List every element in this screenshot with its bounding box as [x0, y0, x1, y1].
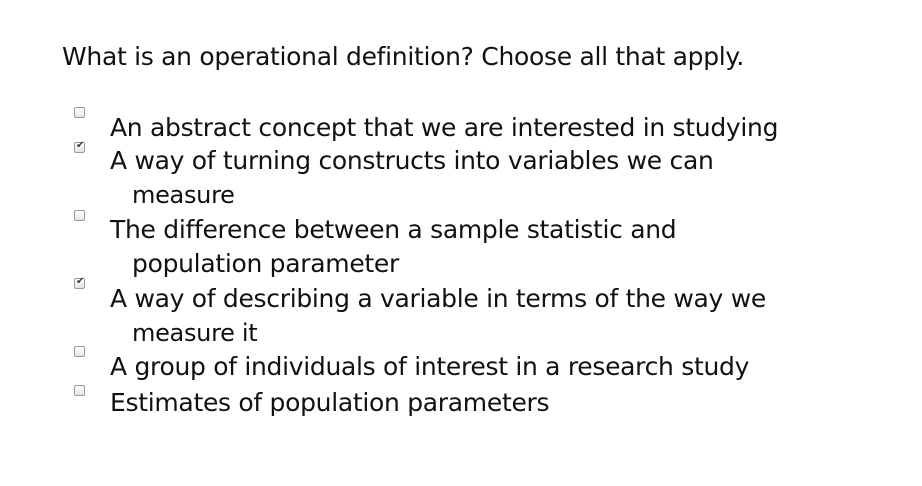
option-3-label-continued: population parameter [132, 249, 399, 278]
option-5-label: A group of individuals of interest in a … [110, 352, 750, 381]
option-6-label: Estimates of population parameters [110, 388, 550, 417]
option-1-label: An abstract concept that we are interest… [110, 113, 779, 142]
option-4-label: A way of describing a variable in terms … [110, 284, 766, 313]
checkmark-icon: ✔ [76, 140, 85, 151]
checkbox-option-1[interactable] [74, 107, 85, 118]
checkbox-option-2[interactable]: ✔ [74, 140, 85, 153]
checkbox-option-6[interactable] [74, 385, 85, 396]
question-text: What is an operational definition? Choos… [62, 42, 744, 71]
option-4-label-continued: measure it [132, 319, 258, 347]
checkbox-option-3[interactable] [74, 210, 85, 221]
checkmark-icon: ✔ [76, 276, 85, 287]
checkbox-option-4[interactable]: ✔ [74, 276, 85, 289]
option-2-label-continued: measure [132, 181, 235, 209]
checkbox-option-5[interactable] [74, 346, 85, 357]
option-2-label: A way of turning constructs into variabl… [110, 146, 714, 175]
option-3-label: The difference between a sample statisti… [110, 215, 677, 244]
